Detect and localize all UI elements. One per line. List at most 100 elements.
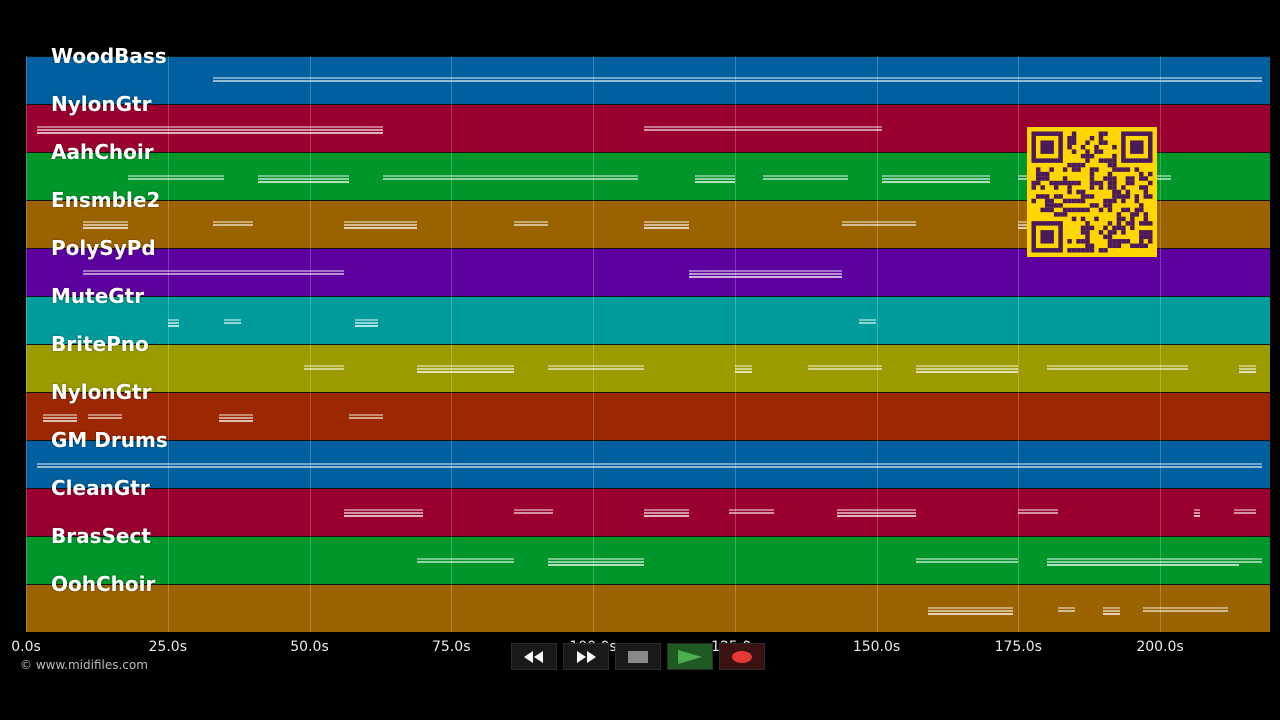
note-segment (1233, 512, 1257, 514)
note-segment (1018, 509, 1058, 511)
note-segment (343, 227, 418, 229)
play-button[interactable] (667, 643, 713, 670)
track-row[interactable] (26, 296, 1270, 344)
time-tick-label: 200.0s (1136, 639, 1184, 655)
note-segment (734, 371, 752, 373)
note-segment (37, 132, 384, 134)
note-segment (916, 365, 1019, 367)
note-segment (1239, 371, 1257, 373)
track-label: NylonGtr (51, 92, 152, 116)
note-segment (303, 368, 344, 370)
note-segment (916, 558, 1019, 560)
track-label: BrasSect (51, 524, 151, 548)
rewind-icon (524, 650, 543, 663)
note-segment (729, 509, 775, 511)
note-segment (1103, 610, 1121, 612)
note-segment (417, 368, 514, 370)
note-segment (547, 564, 644, 566)
note-segment (882, 175, 990, 177)
note-segment (1103, 613, 1121, 615)
note-segment (43, 414, 78, 416)
note-segment (1239, 561, 1263, 563)
note-segment (43, 420, 78, 422)
fast-forward-button[interactable] (563, 643, 609, 670)
note-segment (734, 368, 752, 370)
note-segment (37, 129, 384, 131)
time-tick-label: 175.0s (994, 639, 1042, 655)
note-segment (82, 227, 129, 229)
note-segment (513, 221, 548, 223)
note-segment (916, 371, 1019, 373)
note-segment (258, 178, 350, 180)
note-segment (859, 319, 877, 321)
note-segment (842, 221, 917, 223)
track-row[interactable] (26, 536, 1270, 584)
note-segment (88, 417, 123, 419)
note-segment (763, 178, 849, 180)
note-segment (224, 322, 242, 324)
note-segment (547, 365, 644, 367)
track-row[interactable] (26, 56, 1270, 104)
note-segment (644, 129, 883, 131)
qr-code (1027, 127, 1157, 257)
note-segment (1046, 561, 1240, 563)
note-segment (644, 221, 690, 223)
note-segment (763, 175, 849, 177)
track-row[interactable] (26, 488, 1270, 536)
stop-button[interactable] (615, 643, 661, 670)
note-segment (1239, 365, 1257, 367)
note-segment (836, 512, 917, 514)
note-segment (343, 221, 418, 223)
note-segment (859, 322, 877, 324)
note-segment (37, 126, 384, 128)
track-row[interactable] (26, 584, 1270, 632)
note-segment (128, 178, 225, 180)
track-row[interactable] (26, 392, 1270, 440)
stop-icon (628, 650, 648, 663)
track-row[interactable] (26, 344, 1270, 392)
record-button[interactable] (719, 643, 765, 670)
rewind-button[interactable] (511, 643, 557, 670)
note-segment (927, 610, 1013, 612)
note-segment (224, 319, 242, 321)
note-segment (547, 561, 644, 563)
note-segment (689, 273, 843, 275)
note-segment (882, 178, 990, 180)
note-segment (1046, 368, 1189, 370)
note-segment (218, 420, 253, 422)
note-segment (513, 512, 554, 514)
note-segment (695, 181, 735, 183)
note-segment (218, 417, 253, 419)
note-segment (734, 365, 752, 367)
time-tick-label: 25.0s (148, 639, 187, 655)
note-segment (882, 181, 990, 183)
note-segment (82, 224, 129, 226)
note-segment (1103, 607, 1121, 609)
note-segment (1239, 558, 1263, 560)
note-segment (1046, 558, 1240, 560)
record-icon (732, 650, 752, 663)
note-segment (354, 322, 378, 324)
note-segment (213, 77, 1263, 79)
note-segment (167, 322, 180, 324)
note-segment (808, 368, 883, 370)
note-segment (88, 414, 123, 416)
note-segment (1057, 610, 1075, 612)
note-segment (417, 558, 514, 560)
note-segment (167, 325, 180, 327)
note-segment (343, 515, 423, 517)
note-segment (729, 512, 775, 514)
note-segment (644, 515, 690, 517)
track-label: MuteGtr (51, 284, 145, 308)
note-segment (218, 414, 253, 416)
play-icon (678, 649, 702, 664)
note-segment (417, 365, 514, 367)
note-segment (37, 466, 1263, 468)
note-segment (644, 126, 883, 128)
note-segment (383, 178, 639, 180)
note-segment (82, 221, 129, 223)
note-segment (1018, 512, 1058, 514)
time-tick-label: 0.0s (11, 639, 41, 655)
track-row[interactable] (26, 440, 1270, 488)
note-segment (43, 417, 78, 419)
